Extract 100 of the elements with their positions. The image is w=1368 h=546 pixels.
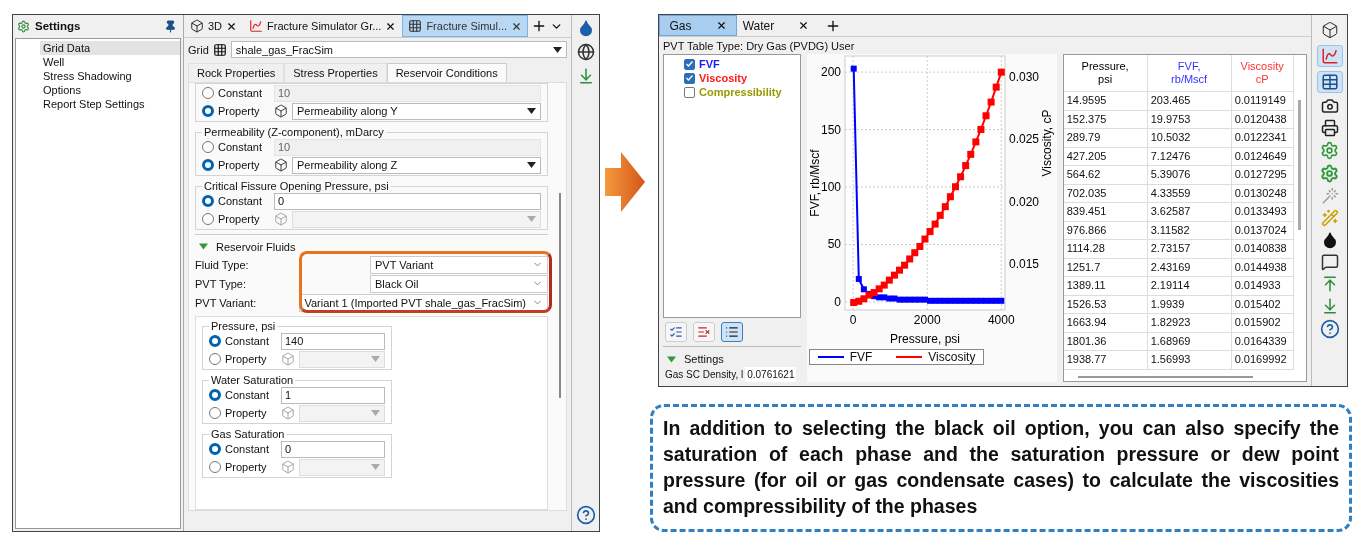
table-cell: 1251.7 bbox=[1063, 258, 1148, 277]
expand-triangle-icon[interactable] bbox=[667, 354, 676, 364]
document-tab[interactable]: 3D bbox=[184, 15, 244, 37]
fluid-dropdown[interactable]: PVT Variant bbox=[370, 255, 548, 274]
checkbox[interactable] bbox=[684, 58, 695, 70]
value-field[interactable]: 0.0761621 bbox=[745, 367, 797, 382]
list-icon bbox=[725, 325, 739, 339]
value-field[interactable]: 1 bbox=[281, 386, 385, 404]
document-tab[interactable]: Fracture Simul... bbox=[402, 15, 529, 37]
close-icon[interactable] bbox=[511, 20, 523, 32]
value-field[interactable]: 10 bbox=[274, 138, 541, 156]
section-title[interactable]: Reservoir Fluids bbox=[216, 240, 296, 253]
help-icon[interactable] bbox=[575, 505, 596, 525]
radio-button[interactable] bbox=[209, 407, 221, 419]
value-field[interactable]: 0 bbox=[274, 192, 541, 210]
speech-bubble-icon[interactable] bbox=[1320, 253, 1339, 271]
radio-label[interactable]: Property bbox=[225, 353, 277, 365]
scrollbar[interactable] bbox=[559, 193, 561, 398]
section-title[interactable]: Settings bbox=[684, 353, 724, 365]
column-header[interactable]: FVF, rb/Mscf bbox=[1147, 55, 1232, 92]
table-cell: 0.014933 bbox=[1231, 277, 1294, 296]
dropdown-arrow-icon bbox=[371, 356, 380, 362]
radio-label[interactable]: Constant bbox=[225, 335, 277, 347]
close-icon[interactable] bbox=[798, 20, 810, 31]
grid-icon bbox=[408, 19, 423, 33]
table-cell: 1938.77 bbox=[1063, 351, 1148, 370]
tree-item[interactable]: Report Step Settings bbox=[40, 97, 180, 111]
value-field[interactable]: 10 bbox=[274, 84, 541, 102]
radio-button[interactable] bbox=[209, 443, 221, 455]
radio-label[interactable]: Property bbox=[218, 159, 270, 171]
pin-icon[interactable] bbox=[164, 19, 177, 33]
radio-button[interactable] bbox=[202, 213, 214, 225]
cube-icon bbox=[281, 406, 295, 420]
data-point bbox=[997, 68, 1005, 76]
table-cell: 0.0164339 bbox=[1231, 332, 1294, 351]
check-all-button[interactable] bbox=[665, 322, 687, 342]
table-cell: 1526.53 bbox=[1063, 295, 1148, 314]
table-cell: 1.9939 bbox=[1147, 295, 1232, 314]
axis-tick-label: 0.025 bbox=[1008, 132, 1039, 147]
column-header[interactable]: Pressure, psi bbox=[1063, 55, 1148, 92]
data-point bbox=[982, 112, 990, 120]
close-icon[interactable] bbox=[385, 20, 397, 32]
radio-button[interactable] bbox=[202, 105, 214, 117]
close-icon[interactable] bbox=[715, 20, 727, 31]
expand-triangle-icon[interactable] bbox=[199, 242, 208, 251]
checkbox[interactable] bbox=[684, 72, 695, 84]
radio-label[interactable]: Constant bbox=[225, 389, 277, 401]
tab[interactable]: Reservoir Conditions bbox=[386, 63, 507, 82]
curve-label[interactable]: Viscosity bbox=[699, 72, 748, 84]
view-toggle-button[interactable] bbox=[1316, 45, 1343, 67]
chart-icon bbox=[1320, 47, 1339, 65]
tab[interactable]: Gas bbox=[659, 15, 737, 36]
grid-dropdown[interactable]: shale_gas_FracSim bbox=[230, 41, 567, 58]
help-icon[interactable] bbox=[1319, 319, 1340, 339]
radio-button[interactable] bbox=[202, 141, 214, 153]
scrollbar[interactable] bbox=[1077, 376, 1253, 378]
fluid-dropdown[interactable]: Variant 1 (Imported PVT shale_gas_FracSim) bbox=[299, 293, 548, 312]
radio-button[interactable] bbox=[209, 353, 221, 365]
close-icon[interactable] bbox=[226, 20, 238, 32]
camera-icon[interactable] bbox=[1320, 97, 1339, 115]
tab-label: Fracture Simul... bbox=[426, 20, 508, 32]
radio-label[interactable]: Constant bbox=[218, 195, 270, 207]
radio-button[interactable] bbox=[202, 159, 214, 171]
radio-label[interactable]: Constant bbox=[218, 87, 270, 99]
list-button[interactable] bbox=[721, 322, 743, 342]
property-dropdown[interactable]: Permeability along Z bbox=[292, 156, 541, 174]
printer-icon[interactable] bbox=[1320, 119, 1339, 137]
checkbox[interactable] bbox=[684, 86, 695, 98]
view-toggle-button[interactable] bbox=[1316, 71, 1343, 93]
tree-item[interactable]: Options bbox=[40, 83, 180, 97]
tab[interactable]: Water bbox=[737, 15, 815, 36]
value-field[interactable]: 140 bbox=[281, 332, 385, 350]
radio-label[interactable]: Property bbox=[225, 461, 277, 473]
radio-label[interactable]: Property bbox=[225, 407, 277, 419]
uncheck-all-button[interactable] bbox=[693, 322, 715, 342]
radio-button[interactable] bbox=[202, 195, 214, 207]
scrollbar[interactable] bbox=[1298, 100, 1302, 230]
radio-button[interactable] bbox=[209, 335, 221, 347]
table-cell: 3.11582 bbox=[1147, 221, 1232, 240]
radio-label[interactable]: Property bbox=[218, 105, 270, 117]
tab[interactable]: Rock Properties bbox=[188, 63, 285, 82]
radio-button[interactable] bbox=[209, 461, 221, 473]
radio-label[interactable]: Constant bbox=[218, 141, 270, 153]
value-field[interactable]: 0 bbox=[281, 440, 385, 458]
fluid-dropdown[interactable]: Black Oil bbox=[370, 274, 548, 293]
tree-item[interactable]: Grid Data bbox=[40, 41, 180, 55]
document-tab[interactable]: Fracture Simulator Gr... bbox=[243, 15, 403, 37]
legend-label: Viscosity bbox=[928, 350, 976, 364]
radio-button[interactable] bbox=[202, 87, 214, 99]
radio-label[interactable]: Constant bbox=[225, 443, 277, 455]
globe-icon[interactable] bbox=[576, 43, 595, 61]
tree-item[interactable]: Well bbox=[40, 55, 180, 69]
table-cell: 0.0122341 bbox=[1231, 129, 1294, 148]
tree-item[interactable]: Stress Shadowing bbox=[40, 69, 180, 83]
property-dropdown[interactable]: Permeability along Y bbox=[292, 102, 541, 120]
column-header[interactable]: Viscosity cP bbox=[1231, 55, 1294, 92]
radio-button[interactable] bbox=[209, 389, 221, 401]
tab[interactable]: Stress Properties bbox=[284, 63, 387, 82]
radio-label[interactable]: Property bbox=[218, 213, 270, 225]
curve-label[interactable]: FVF bbox=[699, 58, 720, 70]
